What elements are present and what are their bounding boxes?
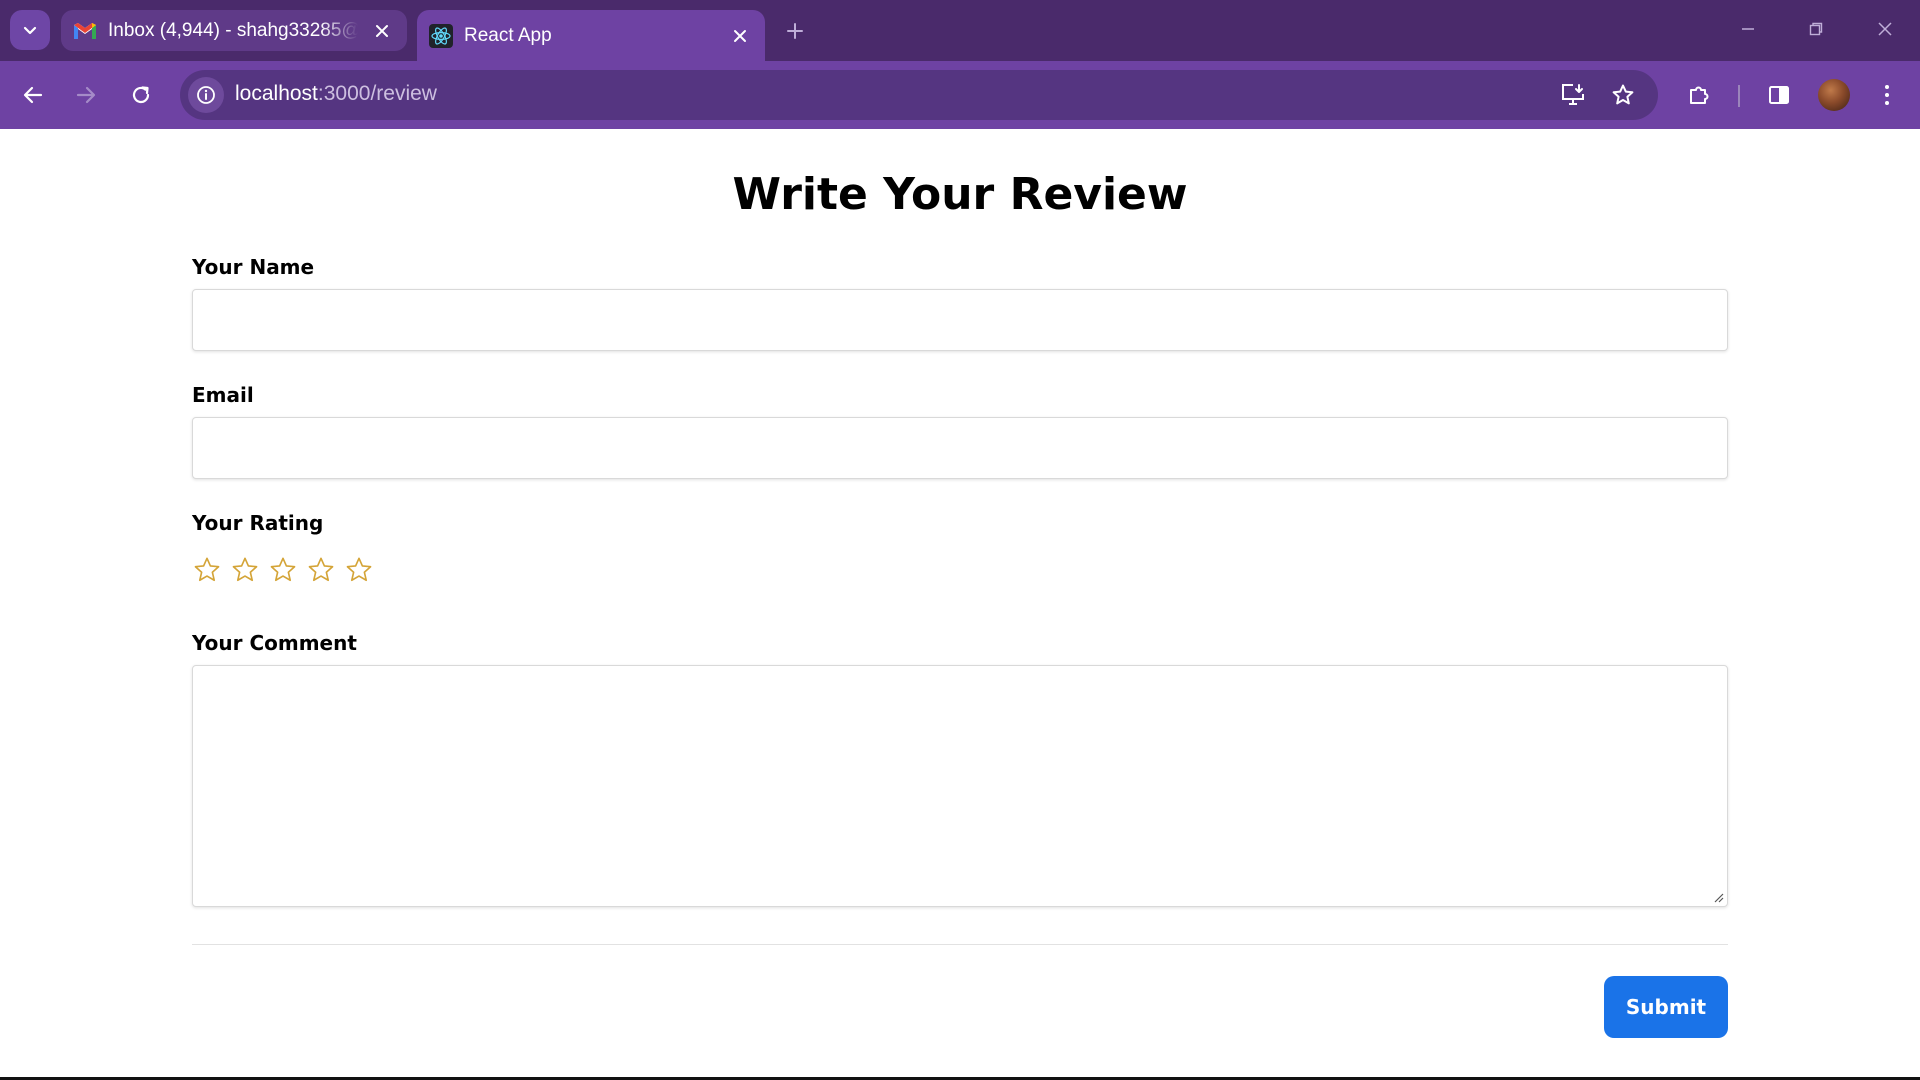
bookmark-button[interactable] [1608,80,1638,110]
browser-toolbar: localhost:3000/review [0,61,1920,129]
form-divider [192,944,1728,945]
close-tab-icon[interactable] [729,25,751,47]
rating-star-1[interactable] [192,555,222,585]
page-title: Write Your Review [732,169,1188,220]
tab-strip: Inbox (4,944) - shahg33285@gmail.com Rea… [0,0,1920,61]
close-window-button[interactable] [1870,14,1900,44]
rating-star-5[interactable] [344,555,374,585]
profile-avatar[interactable] [1818,79,1850,111]
chevron-down-icon [23,26,37,35]
restore-button[interactable] [1801,14,1831,44]
url-path: :3000/review [317,82,437,105]
plus-icon [787,23,803,39]
star-outline-icon [1612,84,1634,105]
name-label: Your Name [192,255,315,279]
back-button[interactable] [16,78,50,112]
rating-label: Your Rating [192,511,324,535]
rating-star-3[interactable] [268,555,298,585]
url-host: localhost [235,82,318,105]
side-panel-icon [1769,86,1789,104]
info-icon [197,86,215,104]
url-text[interactable]: localhost:3000/review [235,82,437,106]
react-icon [429,23,453,48]
close-tab-icon[interactable] [371,20,393,42]
install-app-icon [1562,84,1584,105]
arrow-right-icon [76,86,96,104]
address-bar[interactable]: localhost:3000/review [180,70,1658,120]
submit-button[interactable]: Submit [1604,976,1728,1038]
star-icon [232,557,258,582]
gmail-icon [73,19,97,43]
install-app-button[interactable] [1558,80,1588,110]
close-icon [1878,22,1892,36]
reload-button[interactable] [124,78,158,112]
extensions-button[interactable] [1682,78,1716,112]
tab-gmail[interactable]: Inbox (4,944) - shahg33285@gmail.com [61,10,407,51]
minimize-button[interactable] [1733,14,1763,44]
star-icon [194,557,220,582]
puzzle-icon [1690,86,1709,104]
tab-title: React App [464,24,552,46]
email-label: Email [192,383,254,407]
minimize-icon [1742,28,1754,30]
comment-textarea[interactable] [192,665,1728,907]
star-icon [270,557,296,582]
rating-star-4[interactable] [306,555,336,585]
restore-icon [1809,22,1823,36]
comment-label: Your Comment [192,631,357,655]
new-tab-button[interactable] [780,16,810,46]
resize-handle-icon[interactable] [1712,891,1724,903]
name-input[interactable] [192,289,1728,351]
site-info-button[interactable] [188,77,224,113]
arrow-left-icon [23,86,43,104]
tab-search-button[interactable] [10,10,50,50]
more-vertical-icon [1885,85,1889,105]
reload-icon [132,86,150,104]
star-icon [346,557,372,582]
side-panel-button[interactable] [1762,78,1796,112]
star-icon [308,557,334,582]
rating-star-2[interactable] [230,555,260,585]
review-page: Write Your Review Your Name Email Your R… [0,129,1920,1080]
tab-title: Inbox (4,944) - shahg33285@gmail.com [108,19,358,41]
tab-react-app[interactable]: React App [417,10,765,61]
forward-button[interactable] [69,78,103,112]
toolbar-separator [1738,85,1740,107]
email-input[interactable] [192,417,1728,479]
browser-menu-button[interactable] [1870,78,1904,112]
star-rating [192,555,374,585]
